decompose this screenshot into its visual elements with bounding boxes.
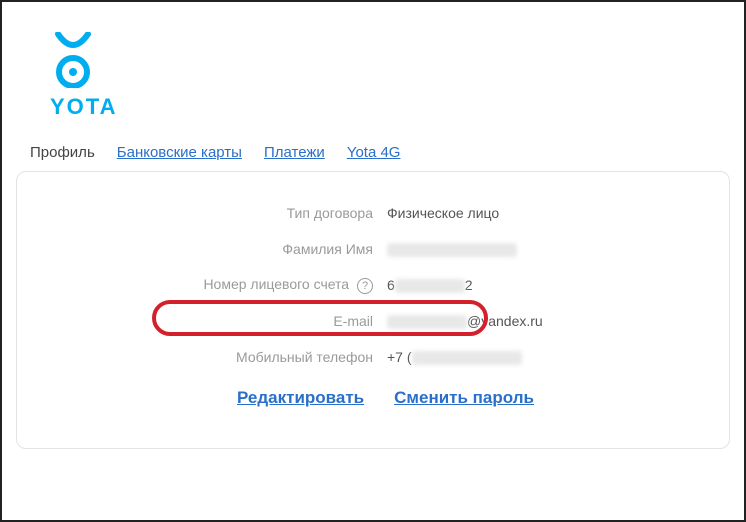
hidden-text — [395, 279, 465, 293]
row-contract-type: Тип договора Физическое лицо — [57, 202, 689, 224]
tab-bar: Профиль Банковские карты Платежи Yota 4G — [30, 144, 744, 161]
profile-panel: Тип договора Физическое лицо Фамилия Имя… — [16, 171, 730, 449]
hidden-text — [412, 351, 522, 365]
label-email: E-mail — [57, 313, 387, 329]
tab-profile[interactable]: Профиль — [30, 144, 95, 161]
yota-logo-icon — [50, 32, 96, 88]
label-contract-type: Тип договора — [57, 205, 387, 221]
row-full-name: Фамилия Имя — [57, 238, 689, 260]
brand-name: YOTA — [50, 94, 744, 120]
hidden-text — [387, 315, 467, 329]
help-icon[interactable]: ? — [357, 278, 373, 294]
value-phone: +7 ( — [387, 349, 689, 365]
tab-payments[interactable]: Платежи — [264, 144, 325, 161]
hidden-text — [387, 243, 517, 257]
edit-link[interactable]: Редактировать — [237, 388, 364, 408]
account-number-suffix: 2 — [465, 277, 473, 293]
label-phone: Мобильный телефон — [57, 349, 387, 365]
value-full-name — [387, 241, 689, 257]
label-account-number: Номер лицевого счета ? — [57, 276, 387, 293]
label-full-name: Фамилия Имя — [57, 241, 387, 257]
profile-actions: Редактировать Сменить пароль — [57, 388, 689, 408]
row-email: E-mail @yandex.ru — [57, 310, 689, 332]
value-account-number: 62 — [387, 277, 689, 293]
row-account-number: Номер лицевого счета ? 62 — [57, 274, 689, 296]
tab-bank-cards[interactable]: Банковские карты — [117, 144, 242, 161]
phone-prefix: +7 ( — [387, 349, 412, 365]
brand-logo: YOTA — [50, 32, 744, 120]
value-contract-type: Физическое лицо — [387, 205, 689, 221]
value-email: @yandex.ru — [387, 313, 689, 329]
label-account-number-text: Номер лицевого счета — [203, 276, 349, 292]
tab-yota-4g[interactable]: Yota 4G — [347, 144, 401, 161]
account-number-prefix: 6 — [387, 277, 395, 293]
email-domain: @yandex.ru — [467, 313, 543, 329]
change-password-link[interactable]: Сменить пароль — [394, 388, 534, 408]
row-phone: Мобильный телефон +7 ( — [57, 346, 689, 368]
